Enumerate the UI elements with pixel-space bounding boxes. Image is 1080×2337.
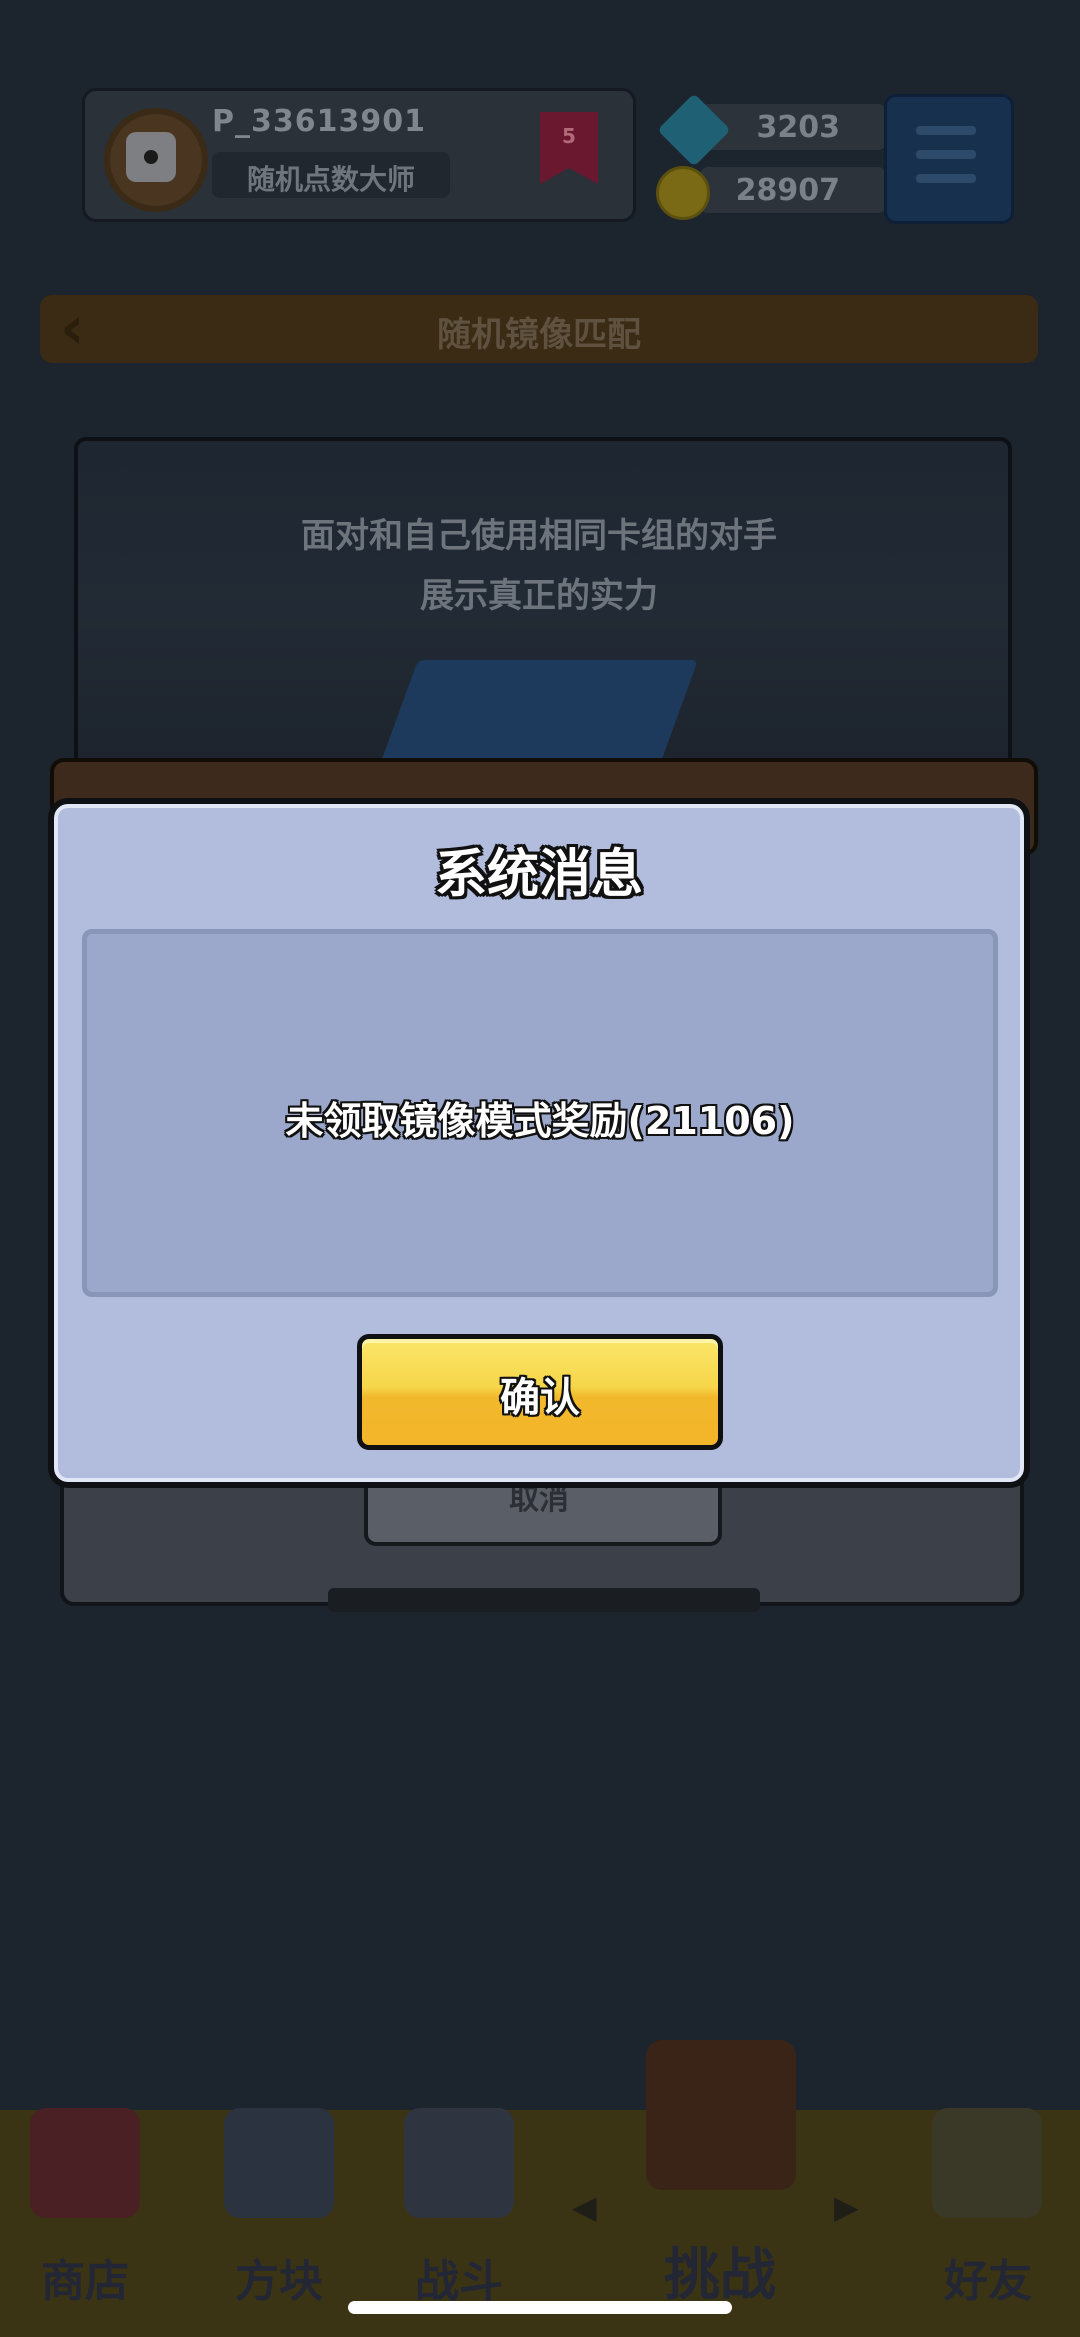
gem-count: 3203	[756, 110, 841, 145]
hamburger-icon-line	[916, 174, 976, 183]
nav-right-arrow-icon: ▶	[834, 2188, 859, 2226]
player-name: P_33613901	[212, 104, 426, 139]
dialog-title: 系统消息	[434, 845, 643, 905]
hamburger-icon	[916, 126, 976, 135]
mirror-board-illustration	[377, 660, 699, 770]
nav-item-battle[interactable]: 战斗	[369, 2245, 549, 2309]
confirm-button-label[interactable]: 确认	[357, 1365, 723, 1423]
nav-item-dice[interactable]: 方块	[189, 2245, 369, 2309]
banner-text-line2: 展示真正的实力	[420, 576, 658, 616]
rank-number: 5	[562, 124, 576, 148]
nav-item-friends[interactable]: 好友	[898, 2245, 1078, 2309]
hamburger-icon-line	[916, 150, 976, 159]
dice-pip	[144, 150, 158, 164]
dice-block-icon	[224, 2108, 334, 2218]
coin-count: 28907	[735, 173, 840, 208]
player-title: 随机点数大师	[246, 163, 415, 196]
shop-icon	[30, 2108, 140, 2218]
panel-ledge	[328, 1588, 760, 1612]
nav-item-shop[interactable]: 商店	[0, 2245, 175, 2309]
menu-button[interactable]	[884, 94, 1014, 224]
nav-item-challenge[interactable]: 挑战	[630, 2230, 810, 2311]
dialog-message: 未领取镜像模式奖励(21106)	[285, 1099, 795, 1143]
nav-left-arrow-icon: ◀	[572, 2188, 597, 2226]
banner-text-line1: 面对和自己使用相同卡组的对手	[301, 516, 777, 556]
battle-icon	[404, 2108, 514, 2218]
friends-icon	[932, 2108, 1042, 2218]
challenge-icon	[646, 2040, 796, 2190]
home-indicator[interactable]	[348, 2301, 732, 2314]
page-title: 随机镜像匹配	[437, 315, 641, 355]
